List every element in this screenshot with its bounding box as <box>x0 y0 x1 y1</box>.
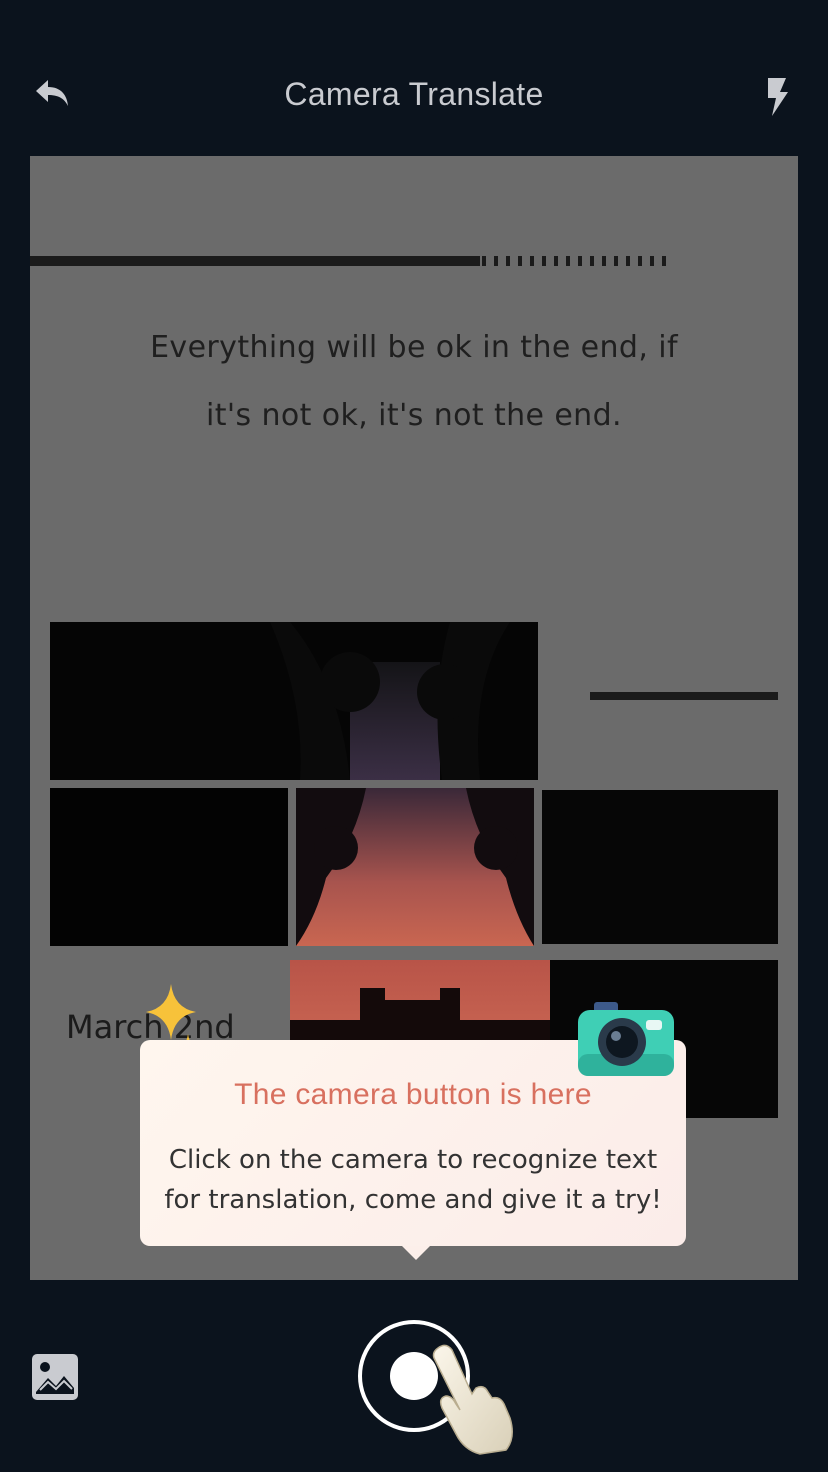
flash-icon <box>768 78 788 116</box>
flash-button[interactable] <box>758 74 798 118</box>
camera-translate-screen: Camera Translate Everything will be ok i… <box>0 0 828 1472</box>
decorative-dotted-line <box>482 256 674 266</box>
page-title: Camera Translate <box>284 76 544 112</box>
tooltip-body: Click on the camera to recognize text fo… <box>164 1145 662 1215</box>
photo-tile-trees-wide <box>50 622 538 780</box>
photo-tile-dark-right <box>542 790 778 944</box>
gallery-button[interactable] <box>32 1354 78 1400</box>
gallery-icon <box>32 1354 78 1400</box>
photo-tile-dark-left <box>50 788 288 946</box>
pointing-hand-icon <box>432 1344 513 1455</box>
camera-illustration-icon <box>578 1002 674 1076</box>
decorative-line-right <box>590 692 778 700</box>
sparkle-icon <box>146 984 196 1040</box>
header: Camera Translate <box>0 0 828 156</box>
tooltip-title: The camera button is here <box>234 1078 592 1111</box>
photo-tile-sunset-trees <box>296 788 534 946</box>
tooltip-arrow <box>402 1246 430 1260</box>
quote-text: Everything will be ok in the end, if it'… <box>150 330 678 433</box>
decorative-line <box>30 256 480 266</box>
